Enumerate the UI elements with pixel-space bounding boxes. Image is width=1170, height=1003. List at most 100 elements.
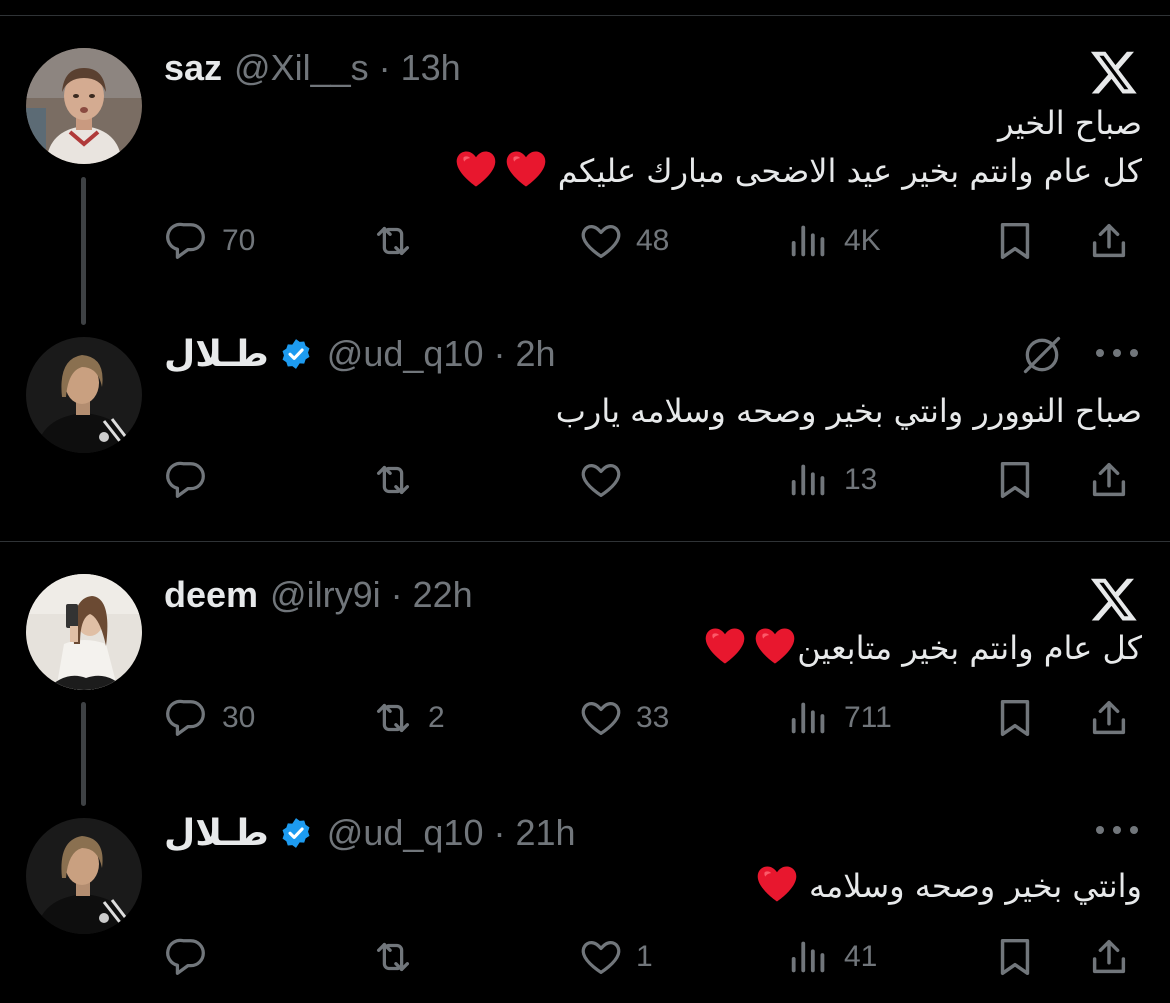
- action-bar: 70 48 4K: [164, 216, 1144, 266]
- bookmark-button[interactable]: [992, 455, 1038, 505]
- views-icon: [786, 457, 832, 503]
- tweet-line: صباح النوورر وانتي بخير وصحه وسلامه يارب: [555, 392, 1142, 430]
- bookmark-button[interactable]: [992, 693, 1038, 743]
- repost-button[interactable]: [370, 932, 416, 982]
- tweet-line: كل عام وانتم بخير متابعين: [697, 624, 1142, 672]
- share-button[interactable]: [1086, 693, 1132, 743]
- tweet-header: deem @ilry9i · 22h: [164, 570, 473, 620]
- reply-count: 30: [222, 701, 256, 734]
- tweet-text: كل عام وانتم بخير متابعين: [697, 624, 1142, 672]
- tweet-header: طـلال @ud_q10 · 2h: [164, 329, 556, 379]
- display-name[interactable]: saz: [164, 47, 222, 89]
- views-count: 41: [844, 940, 878, 973]
- views-button[interactable]: 711: [786, 693, 892, 743]
- thread-connector: [81, 177, 86, 325]
- thread-connector: [81, 702, 86, 806]
- views-button[interactable]: 13: [786, 455, 877, 505]
- views-icon: [786, 934, 832, 980]
- like-count: 1: [636, 940, 653, 973]
- bookmark-icon: [992, 457, 1038, 503]
- tweet-header: طـلال @ud_q10 · 21h: [164, 808, 576, 858]
- like-icon: [578, 218, 624, 264]
- avatar[interactable]: [26, 48, 142, 164]
- repost-button[interactable]: [370, 455, 416, 505]
- share-button[interactable]: [1086, 216, 1132, 266]
- repost-icon: [370, 695, 416, 741]
- avatar[interactable]: [26, 574, 142, 690]
- action-bar: 13: [164, 455, 1144, 505]
- tweet-talal-reply[interactable]: طـلال @ud_q10 · 2h صباح النوورر وانتي بخ…: [0, 325, 1170, 525]
- tweet-text: صباح الخير كل عام وانتم بخير عيد الاضحى …: [448, 99, 1142, 195]
- grok-icon[interactable]: [1020, 333, 1064, 377]
- divider: [0, 15, 1170, 16]
- like-button[interactable]: [578, 455, 624, 505]
- tweet-line-text: وانتي بخير وصحه وسلامه: [808, 867, 1142, 905]
- handle-time[interactable]: @Xil__s · 13h: [234, 47, 461, 89]
- share-icon: [1086, 457, 1132, 503]
- tweet-saz[interactable]: saz @Xil__s · 13h صباح الخير كل عام وانت…: [0, 35, 1170, 325]
- verified-badge-icon: [279, 337, 313, 371]
- tweet-deem[interactable]: deem @ilry9i · 22h كل عام وانتم بخير متا…: [0, 562, 1170, 806]
- like-button[interactable]: 48: [578, 216, 669, 266]
- red-heart-emoji-icon: [755, 863, 799, 905]
- views-button[interactable]: 4K: [786, 216, 881, 266]
- display-name[interactable]: طـلال: [164, 333, 269, 375]
- display-name[interactable]: طـلال: [164, 812, 269, 854]
- repost-count: 2: [428, 701, 445, 734]
- reply-icon: [164, 457, 210, 503]
- views-count: 13: [844, 463, 878, 496]
- red-heart-emoji-icon: [703, 625, 747, 667]
- avatar[interactable]: [26, 337, 142, 453]
- x-logo-icon: [1088, 574, 1140, 624]
- more-icon[interactable]: [1096, 826, 1138, 838]
- reply-count: 70: [222, 224, 256, 257]
- views-button[interactable]: 41: [786, 932, 877, 982]
- share-button[interactable]: [1086, 932, 1132, 982]
- bookmark-icon: [992, 218, 1038, 264]
- verified-badge-icon: [279, 816, 313, 850]
- reply-icon: [164, 695, 210, 741]
- tweet-text: صباح النوورر وانتي بخير وصحه وسلامه يارب: [556, 387, 1142, 435]
- tweet-talal-reply[interactable]: طـلال @ud_q10 · 21h وانتي بخير وصحه وسلا…: [0, 806, 1170, 1003]
- reply-button[interactable]: 30: [164, 693, 255, 743]
- display-name[interactable]: deem: [164, 574, 258, 616]
- red-heart-emoji-icon: [504, 148, 548, 190]
- bookmark-icon: [992, 934, 1038, 980]
- repost-icon: [370, 457, 416, 503]
- action-bar: 30 2 33 711: [164, 693, 1144, 743]
- timeline: saz @Xil__s · 13h صباح الخير كل عام وانت…: [0, 0, 1170, 1003]
- bookmark-icon: [992, 695, 1038, 741]
- repost-button[interactable]: 2: [370, 693, 445, 743]
- share-button[interactable]: [1086, 455, 1132, 505]
- bookmark-button[interactable]: [992, 932, 1038, 982]
- handle-time[interactable]: @ilry9i · 22h: [270, 574, 473, 616]
- repost-button[interactable]: [370, 216, 428, 266]
- reply-button[interactable]: [164, 455, 210, 505]
- avatar[interactable]: [26, 818, 142, 934]
- like-button[interactable]: 1: [578, 932, 653, 982]
- views-icon: [786, 218, 832, 264]
- tweet-header: saz @Xil__s · 13h: [164, 43, 461, 93]
- reply-icon: [164, 934, 210, 980]
- reply-button[interactable]: 70: [164, 216, 255, 266]
- like-icon: [578, 934, 624, 980]
- bookmark-button[interactable]: [992, 216, 1038, 266]
- share-icon: [1086, 218, 1132, 264]
- like-icon: [578, 457, 624, 503]
- repost-icon: [370, 218, 416, 264]
- more-icon[interactable]: [1096, 349, 1138, 361]
- tweet-line-text: كل عام وانتم بخير متابعين: [797, 629, 1142, 667]
- tweet-line: صباح الخير: [997, 104, 1142, 142]
- repost-icon: [370, 934, 416, 980]
- like-count: 33: [636, 701, 670, 734]
- reply-button[interactable]: [164, 932, 210, 982]
- x-logo-icon: [1088, 47, 1140, 97]
- views-icon: [786, 695, 832, 741]
- handle-time[interactable]: @ud_q10 · 21h: [327, 812, 576, 854]
- action-bar: 1 41: [164, 932, 1144, 982]
- handle-time[interactable]: @ud_q10 · 2h: [327, 333, 556, 375]
- red-heart-emoji-icon: [753, 625, 797, 667]
- like-button[interactable]: 33: [578, 693, 669, 743]
- tweet-line-text: كل عام وانتم بخير عيد الاضحى مبارك عليكم: [557, 152, 1142, 190]
- reply-icon: [164, 218, 210, 264]
